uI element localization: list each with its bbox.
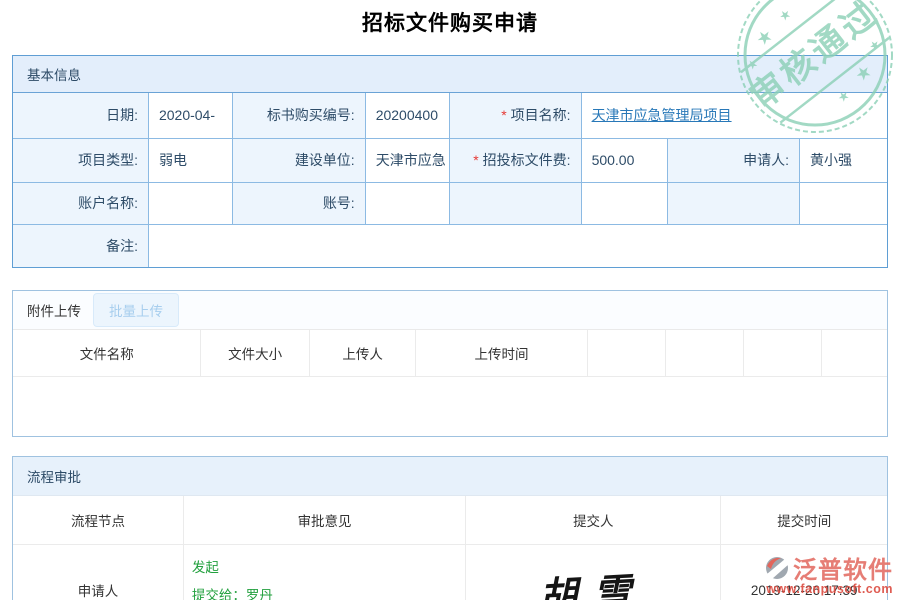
flow-submit-to: 提交给：罗丹 [192,582,457,600]
project-name-label: * 项目名称: [450,93,581,138]
flow-node-value: 申请人 [13,544,183,600]
col-upload-time: 上传时间 [416,330,587,376]
attachments-section-header: 附件上传 批量上传 [13,291,887,330]
bid-doc-fee-label-text: 招投标文件费: [483,152,571,168]
col-flow-node: 流程节点 [13,496,183,544]
attachments-section-title: 附件上传 [27,300,81,320]
empty-label-cell [450,182,581,224]
attachments-section: 附件上传 批量上传 文件名称 文件大小 上传人 上传时间 [12,290,888,437]
table-header-row: 流程节点 审批意见 提交人 提交时间 [13,496,887,544]
tender-purchase-form-page: 招标文件购买申请 审核通过 ★ ★ ★ ★ ★ ★ 基本信息 [0,0,900,600]
account-no-label: 账号: [232,182,365,224]
account-name-value [148,182,232,224]
empty-body-cell [13,376,887,436]
approval-opinion-cell: 发起 提交给：罗丹 [183,544,465,600]
handwritten-signature: 胡雪 [538,560,649,600]
remark-value [148,224,887,267]
empty-value-cell [581,182,668,224]
purchase-no-value: 20200400 [365,93,450,138]
table-header-row: 文件名称 文件大小 上传人 上传时间 [13,330,887,376]
project-type-label: 项目类型: [13,138,148,182]
project-link[interactable]: 天津市应急管理局项目 [592,107,732,123]
table-row: 申请人 发起 提交给：罗丹 胡雪 2019-12-26 17:39 [13,544,887,600]
page-title: 招标文件购买申请 [0,7,900,37]
table-row: 项目类型: 弱电 建设单位: 天津市应急 * 招投标文件费: 500.00 申请人… [13,138,887,182]
submitter-signature-cell: 胡雪 [466,544,721,600]
empty-label-cell [668,182,800,224]
date-label: 日期: [13,93,148,138]
bid-doc-fee-label: * 招投标文件费: [450,138,581,182]
attachments-table: 文件名称 文件大小 上传人 上传时间 [13,330,887,436]
bid-doc-fee-value: 500.00 [581,138,668,182]
basic-info-table: 日期: 2020-04- 标书购买编号: 20200400 * 项目名称: 天津市… [13,93,887,267]
build-unit-value: 天津市应急 [365,138,450,182]
col-submitter: 提交人 [466,496,721,544]
approval-flow-section-header: 流程审批 [13,457,887,496]
required-mark: * [473,152,478,168]
table-header-cell [587,330,666,376]
date-value: 2020-04- [148,93,232,138]
project-type-value: 弱电 [148,138,232,182]
remark-label: 备注: [13,224,148,267]
star-icon: ★ [866,36,883,54]
col-file-name: 文件名称 [13,330,201,376]
table-row: 备注: [13,224,887,267]
table-header-cell [821,330,887,376]
applicant-label: 申请人: [668,138,800,182]
empty-value-cell [800,182,887,224]
basic-info-section-header: 基本信息 [13,56,887,93]
basic-info-section: 基本信息 日期: 2020-04- 标书购买编号: 20200400 * 项目名称… [12,55,888,268]
required-mark: * [501,107,506,123]
batch-upload-button[interactable]: 批量上传 [93,293,179,327]
table-row: 账户名称: 账号: [13,182,887,224]
empty-table-body [13,376,887,436]
submit-time-value: 2019-12-26 17:39 [721,544,887,600]
basic-info-section-title: 基本信息 [27,64,81,84]
table-row: 日期: 2020-04- 标书购买编号: 20200400 * 项目名称: 天津市… [13,93,887,138]
account-no-value [365,182,450,224]
purchase-no-label: 标书购买编号: [232,93,365,138]
col-approval-opinion: 审批意见 [183,496,465,544]
col-file-size: 文件大小 [201,330,309,376]
account-name-label: 账户名称: [13,182,148,224]
approval-flow-section: 流程审批 流程节点 审批意见 提交人 提交时间 申请人 发起 提交给：罗丹 胡雪 [12,456,888,600]
flow-action: 发起 [192,554,457,582]
approval-flow-section-title: 流程审批 [27,466,81,486]
table-header-cell [666,330,744,376]
col-submit-time: 提交时间 [721,496,887,544]
build-unit-label: 建设单位: [232,138,365,182]
table-header-cell [744,330,822,376]
project-name-label-text: 项目名称: [511,107,571,123]
approval-flow-table: 流程节点 审批意见 提交人 提交时间 申请人 发起 提交给：罗丹 胡雪 2019… [13,496,887,600]
col-uploader: 上传人 [309,330,416,376]
applicant-value: 黄小强 [800,138,887,182]
project-name-value: 天津市应急管理局项目 [581,93,887,138]
